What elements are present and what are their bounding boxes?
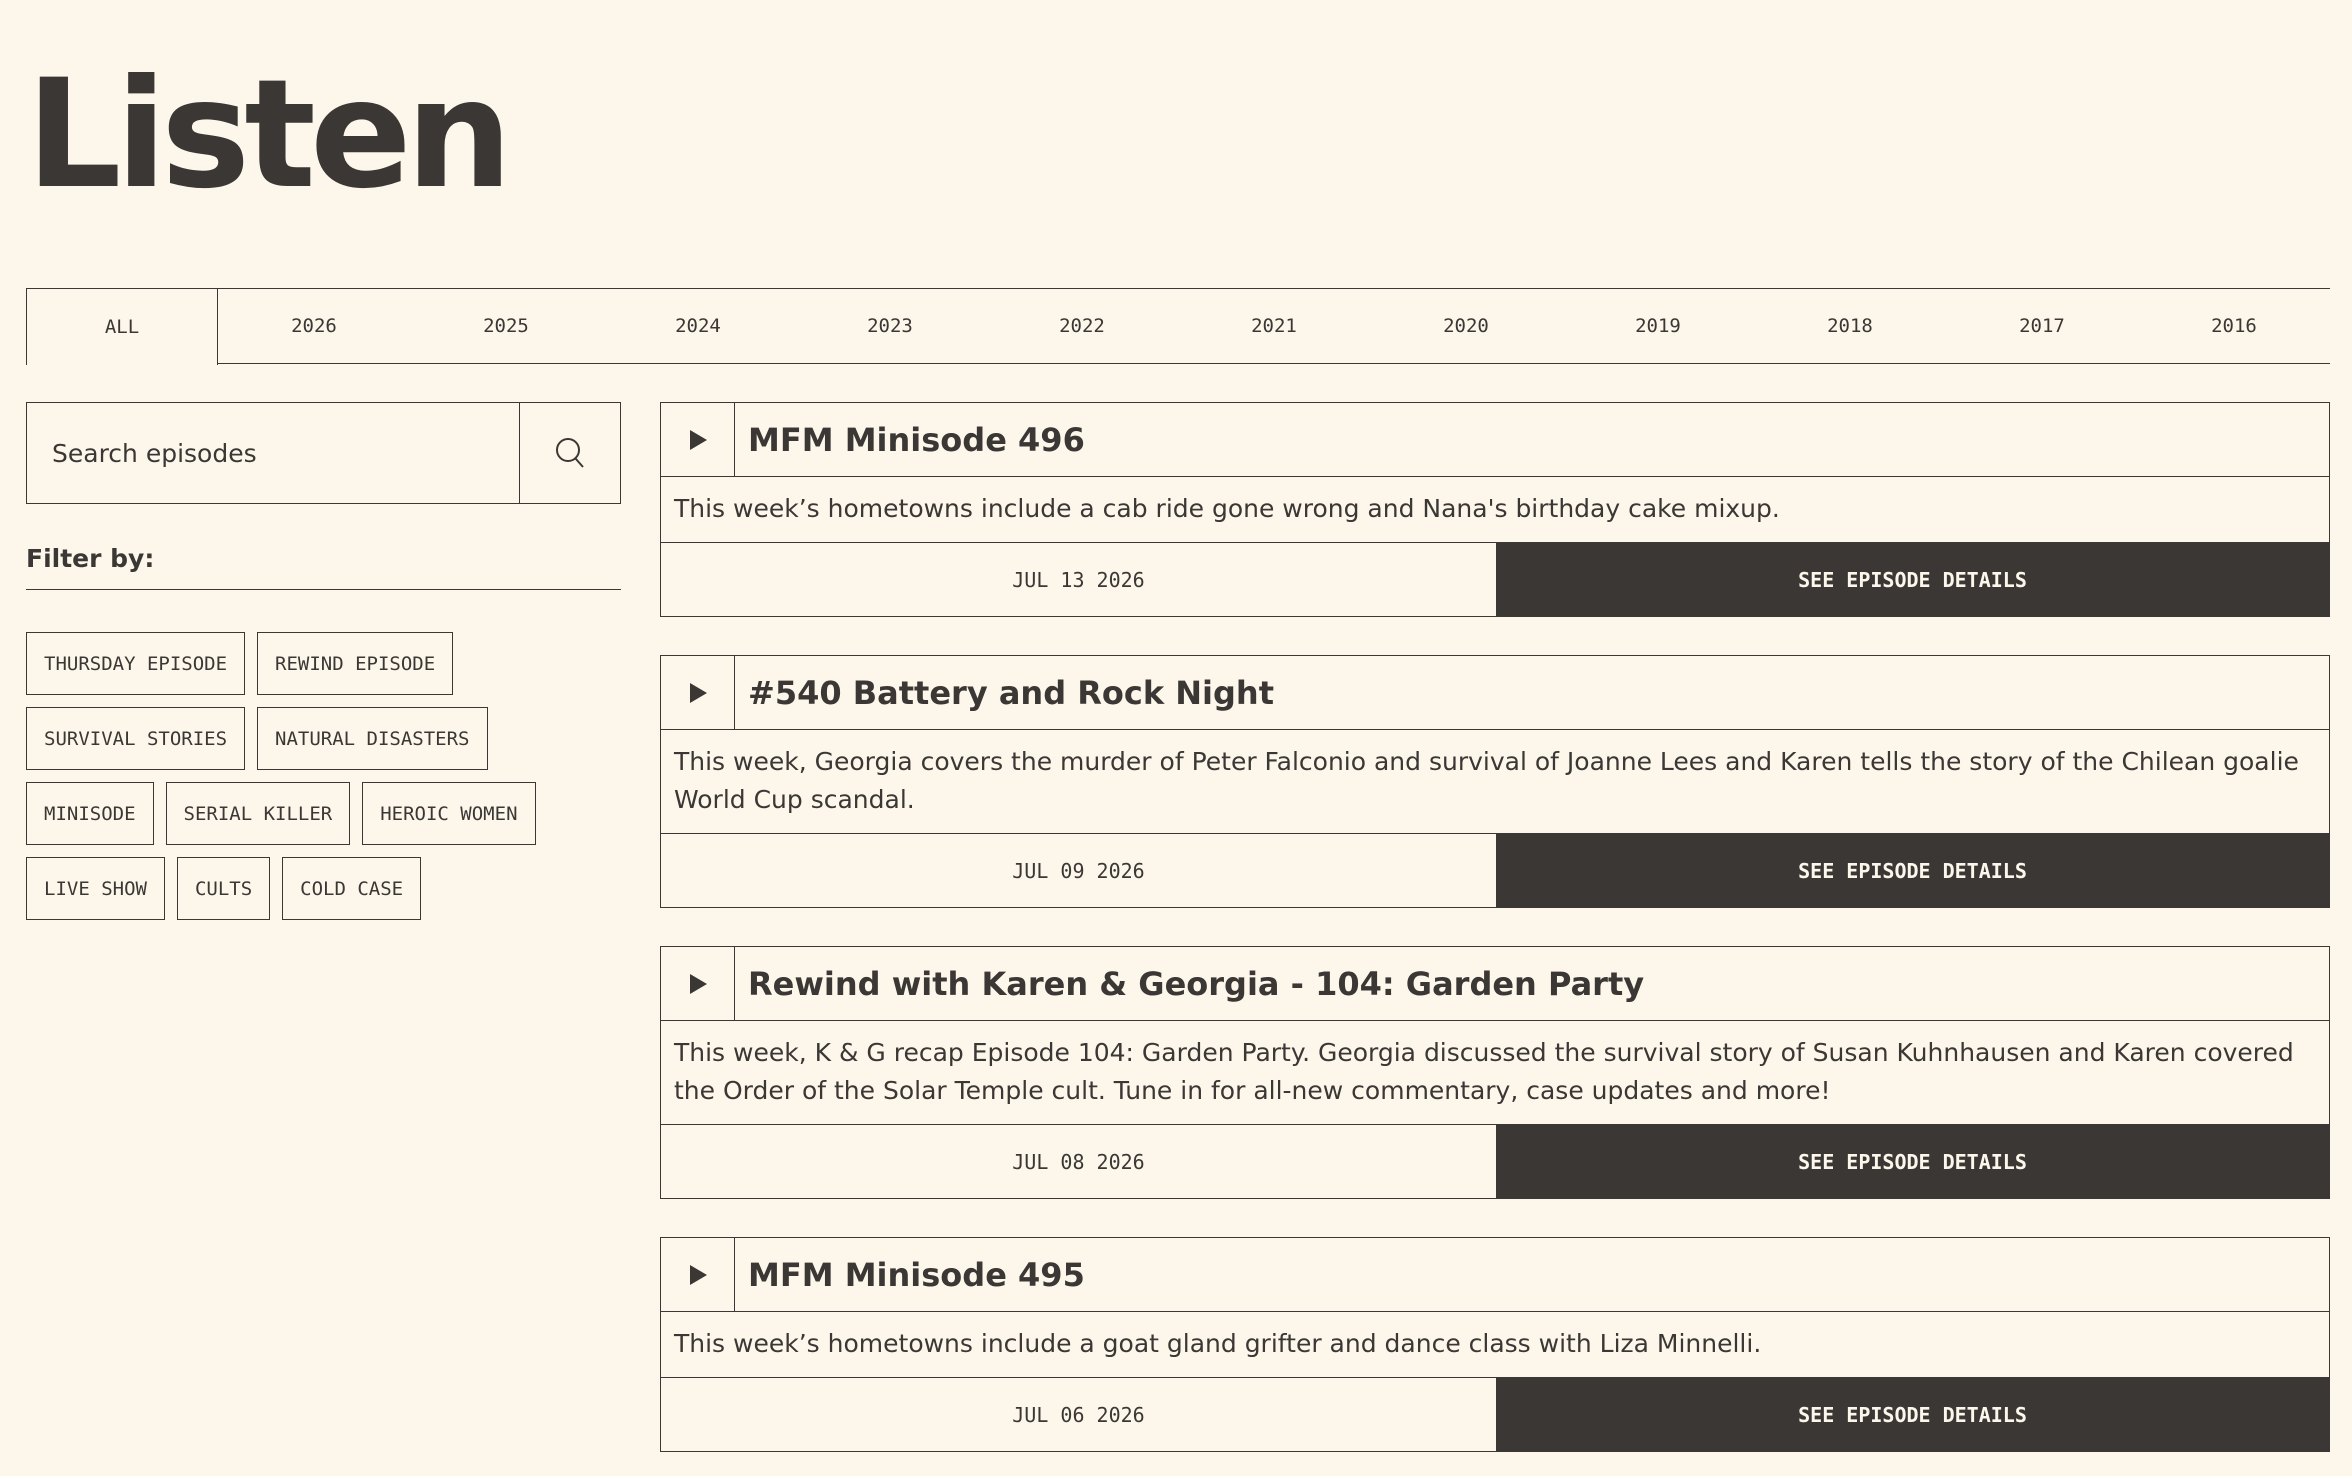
episode-title[interactable]: Rewind with Karen & Georgia - 104: Garde… (735, 947, 1644, 1020)
episode-title[interactable]: #540 Battery and Rock Night (735, 656, 1274, 729)
tab-2019[interactable]: 2019 (1562, 289, 1754, 363)
episode-date: JUL 09 2026 (1012, 858, 1145, 883)
episode-header: MFM Minisode 495 (661, 1238, 2329, 1312)
tab-all[interactable]: ALL (26, 289, 218, 365)
episode-card: MFM Minisode 495 This week’s hometowns i… (660, 1237, 2330, 1452)
episode-footer: JUL 08 2026 See episode details (661, 1125, 2329, 1198)
search-icon (556, 438, 584, 468)
play-icon (689, 429, 707, 450)
tag-thursday-episode[interactable]: Thursday Episode (26, 632, 246, 695)
tag-minisode[interactable]: Minisode (26, 782, 154, 845)
episode-description: This week’s hometowns include a goat gla… (661, 1312, 2329, 1378)
tag-cold-case[interactable]: Cold Case (282, 857, 422, 920)
tab-2018[interactable]: 2018 (1754, 289, 1946, 363)
tab-2023[interactable]: 2023 (794, 289, 986, 363)
tab-2026[interactable]: 2026 (218, 289, 410, 363)
episode-date: JUL 13 2026 (1012, 567, 1145, 592)
episode-date: JUL 06 2026 (1012, 1402, 1145, 1427)
search-box (26, 402, 621, 504)
listen-page: Listen ALL 2026 2025 2024 2023 2022 2021… (0, 0, 2352, 1476)
year-tabs: ALL 2026 2025 2024 2023 2022 2021 2020 2… (26, 288, 2330, 365)
episode-header: Rewind with Karen & Georgia - 104: Garde… (661, 947, 2329, 1021)
tag-survival-stories[interactable]: Survival Stories (26, 707, 246, 770)
play-icon (689, 682, 707, 703)
tag-natural-disasters[interactable]: Natural Disasters (257, 707, 488, 770)
episode-date: JUL 08 2026 (1012, 1149, 1145, 1174)
see-episode-details-button[interactable]: See episode details (1496, 1125, 2329, 1198)
tag-serial-killer[interactable]: Serial Killer (165, 782, 351, 845)
filter-label: Filter by: (26, 544, 621, 590)
tag-rewind-episode[interactable]: Rewind Episode (257, 632, 454, 695)
episode-description: This week, Georgia covers the murder of … (661, 730, 2329, 834)
play-button[interactable] (661, 1238, 735, 1311)
search-input[interactable] (27, 403, 519, 503)
tab-2025[interactable]: 2025 (410, 289, 602, 363)
tag-cults[interactable]: Cults (176, 857, 271, 920)
filter-tags: Thursday Episode Rewind Episode Survival… (26, 632, 621, 920)
episode-card: MFM Minisode 496 This week’s hometowns i… (660, 402, 2330, 617)
play-button[interactable] (661, 947, 735, 1020)
episode-list: MFM Minisode 496 This week’s hometowns i… (660, 402, 2330, 1476)
see-episode-details-button[interactable]: See episode details (1496, 1378, 2329, 1451)
episode-footer: JUL 06 2026 See episode details (661, 1378, 2329, 1451)
play-button[interactable] (661, 403, 735, 476)
episode-footer: JUL 09 2026 See episode details (661, 834, 2329, 907)
episode-card: Rewind with Karen & Georgia - 104: Garde… (660, 946, 2330, 1199)
tab-2022[interactable]: 2022 (986, 289, 1178, 363)
page-title: Listen (26, 48, 513, 222)
tab-2016[interactable]: 2016 (2138, 289, 2330, 363)
episode-header: #540 Battery and Rock Night (661, 656, 2329, 730)
play-icon (689, 973, 707, 994)
episode-header: MFM Minisode 496 (661, 403, 2329, 477)
episode-title[interactable]: MFM Minisode 495 (735, 1238, 1085, 1311)
search-button[interactable] (519, 403, 620, 503)
episode-description: This week, K & G recap Episode 104: Gard… (661, 1021, 2329, 1125)
see-episode-details-button[interactable]: See episode details (1496, 543, 2329, 616)
tab-2017[interactable]: 2017 (1946, 289, 2138, 363)
episode-description: This week’s hometowns include a cab ride… (661, 477, 2329, 543)
tab-2021[interactable]: 2021 (1178, 289, 1370, 363)
episode-title[interactable]: MFM Minisode 496 (735, 403, 1085, 476)
tag-heroic-women[interactable]: Heroic Women (362, 782, 536, 845)
tag-live-show[interactable]: Live Show (26, 857, 165, 920)
tab-2020[interactable]: 2020 (1370, 289, 1562, 363)
episode-footer: JUL 13 2026 See episode details (661, 543, 2329, 616)
episode-card: #540 Battery and Rock Night This week, G… (660, 655, 2330, 908)
tab-2024[interactable]: 2024 (602, 289, 794, 363)
play-button[interactable] (661, 656, 735, 729)
see-episode-details-button[interactable]: See episode details (1496, 834, 2329, 907)
play-icon (689, 1264, 707, 1285)
